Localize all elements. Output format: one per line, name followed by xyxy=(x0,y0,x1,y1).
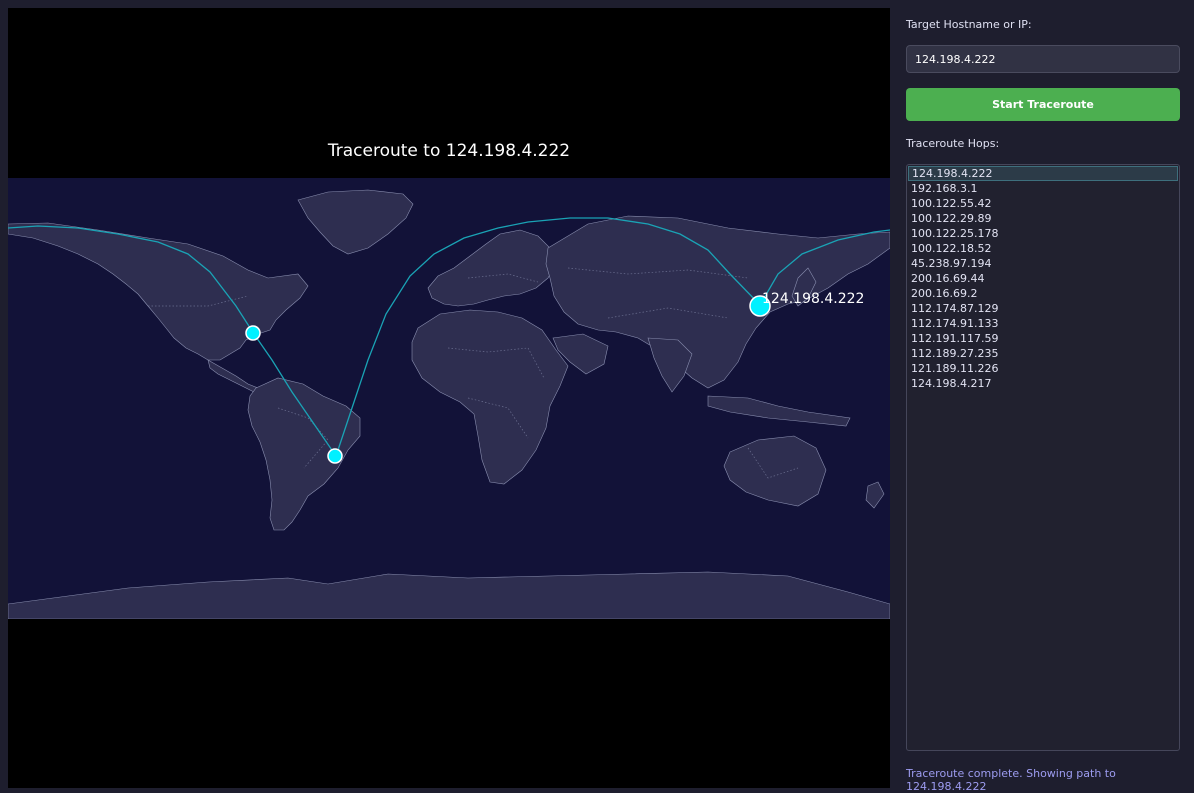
hop-marker-north-america[interactable] xyxy=(245,325,261,341)
world-map-svg: 124.198.4.222 xyxy=(8,178,890,619)
target-input[interactable] xyxy=(906,45,1180,73)
hop-item[interactable]: 100.122.18.52 xyxy=(908,241,1178,256)
hop-item[interactable]: 45.238.97.194 xyxy=(908,256,1178,271)
destination-label: 124.198.4.222 xyxy=(762,291,864,307)
hop-item[interactable]: 112.174.87.129 xyxy=(908,301,1178,316)
hop-item[interactable]: 124.198.4.217 xyxy=(908,376,1178,391)
start-traceroute-button[interactable]: Start Traceroute xyxy=(906,88,1180,121)
world-map[interactable]: 124.198.4.222 xyxy=(8,178,890,619)
hop-item[interactable]: 112.189.27.235 xyxy=(908,346,1178,361)
map-title: Traceroute to 124.198.4.222 xyxy=(327,141,571,161)
hops-label: Traceroute Hops: xyxy=(906,137,1000,150)
hop-item[interactable]: 121.189.11.226 xyxy=(908,361,1178,376)
hops-list[interactable]: 124.198.4.222 192.168.3.1 100.122.55.42 100… xyxy=(906,164,1180,751)
map-pane: Traceroute to 124.198.4.222 124.198.4.22… xyxy=(8,8,890,788)
target-label: Target Hostname or IP: xyxy=(906,18,1032,31)
hop-marker-south-america[interactable] xyxy=(327,448,343,464)
hop-item[interactable]: 200.16.69.2 xyxy=(908,286,1178,301)
hop-item[interactable]: 100.122.55.42 xyxy=(908,196,1178,211)
hop-item[interactable]: 112.191.117.59 xyxy=(908,331,1178,346)
hop-item[interactable]: 200.16.69.44 xyxy=(908,271,1178,286)
sidebar: Target Hostname or IP: Start Traceroute … xyxy=(898,8,1188,793)
hop-item[interactable]: 124.198.4.222 xyxy=(908,166,1178,181)
hop-item[interactable]: 100.122.25.178 xyxy=(908,226,1178,241)
hop-item[interactable]: 192.168.3.1 xyxy=(908,181,1178,196)
hop-item[interactable]: 100.122.29.89 xyxy=(908,211,1178,226)
app-window: Traceroute to 124.198.4.222 124.198.4.22… xyxy=(0,0,1194,793)
hop-item[interactable]: 112.174.91.133 xyxy=(908,316,1178,331)
status-text: Traceroute complete. Showing path to 124… xyxy=(906,767,1116,793)
